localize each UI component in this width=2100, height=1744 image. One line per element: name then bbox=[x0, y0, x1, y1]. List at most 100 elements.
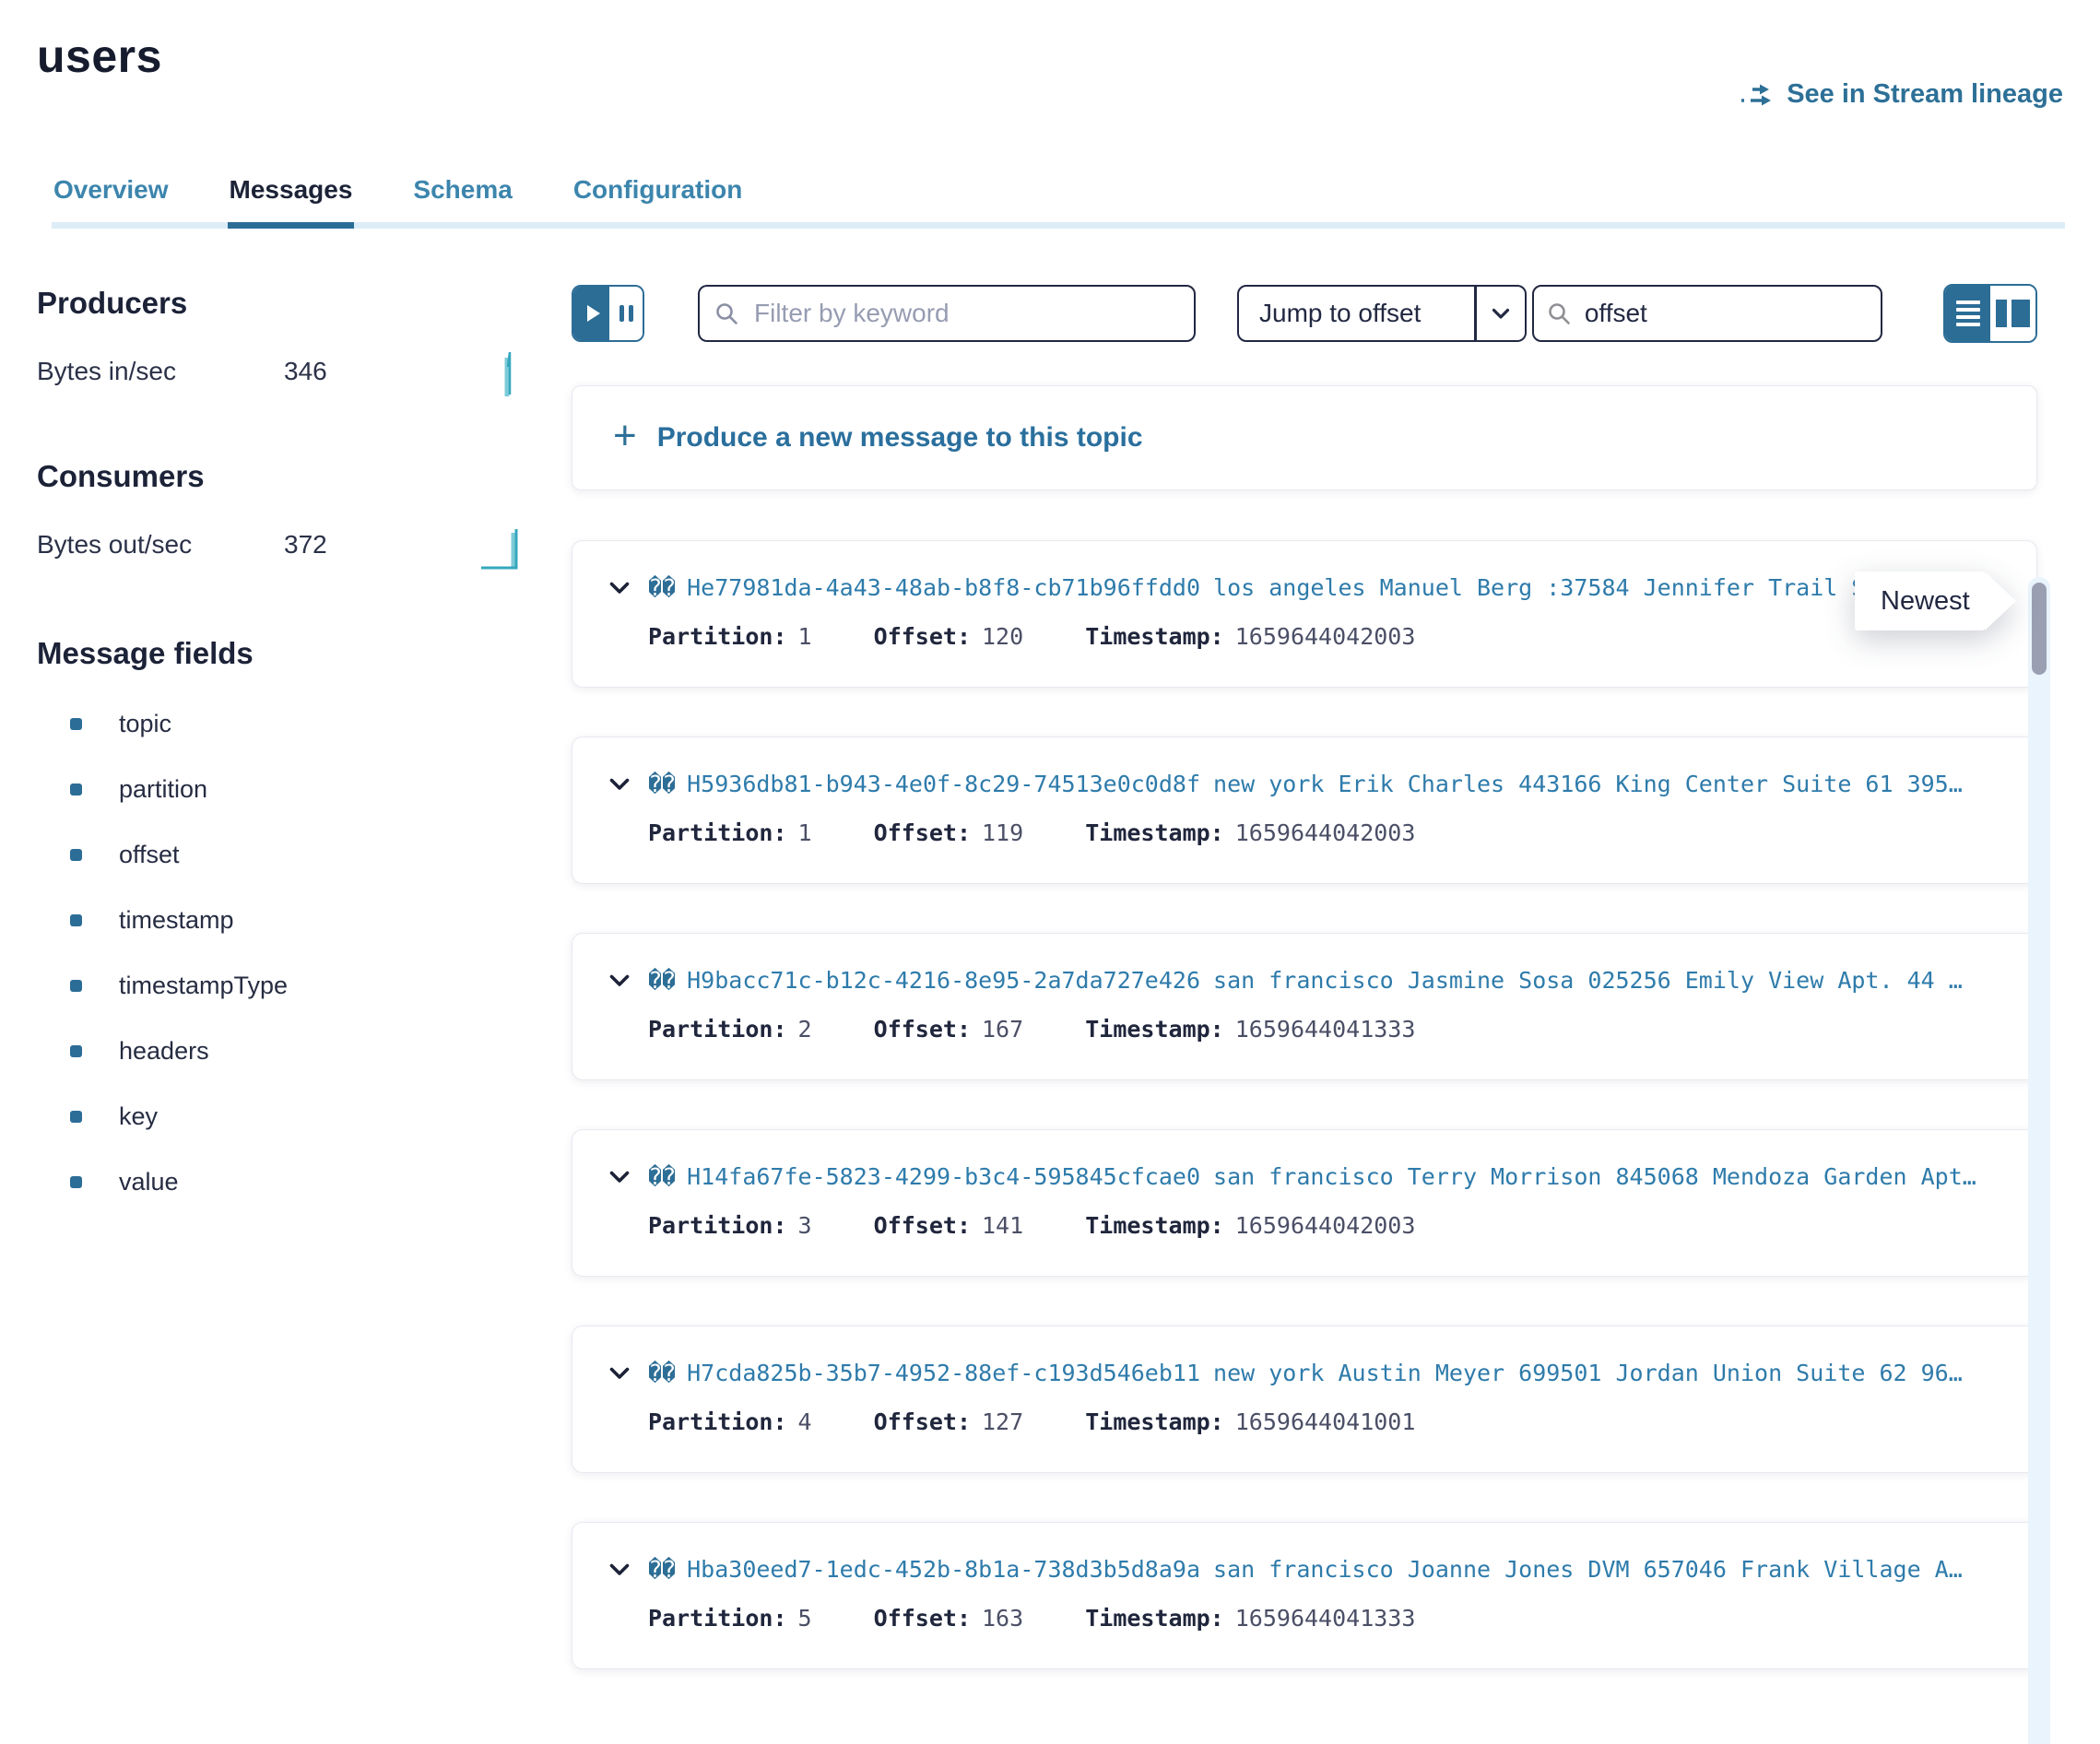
message-key-line: �� H9bacc71c-b12c-4216-8e95-2a7da727e426… bbox=[609, 967, 2011, 994]
message-fields-list: topic partition offset timestamp timesta… bbox=[37, 712, 525, 1195]
message-row[interactable]: �� He77981da-4a43-48ab-b8f8-cb71b96ffdd0… bbox=[572, 540, 2037, 688]
message-fields-heading: Message fields bbox=[37, 636, 525, 671]
producers-heading: Producers bbox=[37, 286, 525, 321]
scrollbar-track[interactable] bbox=[2028, 577, 2050, 1744]
consumers-heading: Consumers bbox=[37, 459, 525, 494]
content: Producers Bytes in/sec 346 Consumers Byt… bbox=[0, 229, 2100, 1669]
partition-value: 5 bbox=[798, 1605, 812, 1632]
message-field-item-partition[interactable]: partition bbox=[70, 777, 525, 802]
view-toggle bbox=[1943, 284, 2037, 343]
play-button[interactable] bbox=[573, 287, 609, 340]
tab-label: Configuration bbox=[573, 175, 743, 204]
message-row[interactable]: �� H14fa67fe-5823-4299-b3c4-595845cfcae0… bbox=[572, 1129, 2037, 1277]
message-field-item-topic[interactable]: topic bbox=[70, 712, 525, 736]
play-icon bbox=[587, 305, 600, 322]
field-bullet-icon bbox=[70, 784, 82, 795]
message-row[interactable]: �� H7cda825b-35b7-4952-88ef-c193d546eb11… bbox=[572, 1326, 2037, 1473]
tab-label: Schema bbox=[413, 175, 512, 204]
field-bullet-icon bbox=[70, 914, 82, 926]
plus-icon: + bbox=[613, 416, 637, 456]
offset-label: Offset: bbox=[874, 623, 971, 650]
producers-metric-row: Bytes in/sec 346 bbox=[37, 345, 525, 398]
chevron-down-icon[interactable] bbox=[609, 1171, 630, 1184]
offset-label: Offset: bbox=[874, 819, 971, 846]
timestamp-label: Timestamp: bbox=[1085, 623, 1224, 650]
bytes-out-sparkline-chart bbox=[479, 518, 522, 572]
chevron-down-icon[interactable] bbox=[609, 1367, 630, 1380]
partition-value: 2 bbox=[798, 1016, 812, 1043]
chevron-down-icon bbox=[1477, 287, 1525, 340]
consumers-metric-row: Bytes out/sec 372 bbox=[37, 518, 525, 572]
offset-value: 167 bbox=[982, 1016, 1023, 1043]
toolbar: Jump to offset bbox=[572, 284, 2037, 343]
offset-search-input[interactable] bbox=[1583, 298, 1868, 329]
chevron-down-icon[interactable] bbox=[609, 778, 630, 791]
message-row[interactable]: �� H9bacc71c-b12c-4216-8e95-2a7da727e426… bbox=[572, 933, 2037, 1080]
tab-messages[interactable]: Messages bbox=[228, 175, 355, 229]
tab-configuration[interactable]: Configuration bbox=[572, 175, 745, 229]
message-row[interactable]: �� H5936db81-b943-4e0f-8c29-74513e0c0d8f… bbox=[572, 736, 2037, 884]
message-field-item-timestamp[interactable]: timestamp bbox=[70, 908, 525, 933]
newest-tooltip: Newest bbox=[1855, 572, 1985, 630]
message-field-item-key[interactable]: key bbox=[70, 1104, 525, 1129]
message-meta-line: Partition:2 Offset:167 Timestamp:1659644… bbox=[648, 1016, 2011, 1043]
tab-overview[interactable]: Overview bbox=[52, 175, 171, 229]
timestamp-value: 1659644041001 bbox=[1235, 1408, 1416, 1435]
stream-lineage-link[interactable]: See in Stream lineage bbox=[1739, 79, 2063, 110]
card-view-button[interactable] bbox=[1990, 286, 2035, 341]
message-field-item-headers[interactable]: headers bbox=[70, 1039, 525, 1064]
chevron-down-icon[interactable] bbox=[609, 582, 630, 595]
partition-value: 3 bbox=[798, 1212, 812, 1239]
play-pause-group bbox=[572, 285, 644, 342]
offset-label: Offset: bbox=[874, 1605, 971, 1632]
scrollbar-thumb[interactable] bbox=[2032, 583, 2047, 675]
timestamp-value: 1659644041333 bbox=[1235, 1605, 1416, 1632]
message-field-item-offset[interactable]: offset bbox=[70, 843, 525, 867]
message-row[interactable]: �� Hba30eed7-1edc-452b-8b1a-738d3b5d8a9a… bbox=[572, 1522, 2037, 1669]
partition-value: 4 bbox=[798, 1408, 812, 1435]
message-list: �� He77981da-4a43-48ab-b8f8-cb71b96ffdd0… bbox=[572, 540, 2037, 1669]
tab-bar: Overview Messages Schema Configuration bbox=[0, 175, 2100, 229]
message-key: H9bacc71c-b12c-4216-8e95-2a7da727e426 bbox=[687, 967, 1200, 994]
offset-value: 141 bbox=[982, 1212, 1023, 1239]
page-title: users bbox=[37, 33, 2100, 79]
field-bullet-icon bbox=[70, 1111, 82, 1123]
message-meta-line: Partition:4 Offset:127 Timestamp:1659644… bbox=[648, 1408, 2011, 1435]
key-prefix-glyphs: �� bbox=[648, 967, 676, 994]
message-key-line: �� H5936db81-b943-4e0f-8c29-74513e0c0d8f… bbox=[609, 771, 2011, 797]
produce-message-label: Produce a new message to this topic bbox=[657, 422, 1143, 454]
search-icon bbox=[714, 301, 739, 326]
message-field-item-value[interactable]: value bbox=[70, 1170, 525, 1195]
message-value-preview: new york Austin Meyer 699501 Jordan Unio… bbox=[1213, 1360, 1963, 1386]
partition-label: Partition: bbox=[648, 1605, 787, 1632]
stream-lineage-label: See in Stream lineage bbox=[1787, 79, 2063, 110]
offset-search-field[interactable] bbox=[1532, 285, 1882, 342]
offset-label: Offset: bbox=[874, 1016, 971, 1043]
metric-label: Bytes in/sec bbox=[37, 357, 284, 386]
message-key-line: �� H14fa67fe-5823-4299-b3c4-595845cfcae0… bbox=[609, 1163, 2011, 1190]
chevron-down-icon[interactable] bbox=[609, 1563, 630, 1576]
key-prefix-glyphs: �� bbox=[648, 771, 676, 797]
message-key: H5936db81-b943-4e0f-8c29-74513e0c0d8f bbox=[687, 771, 1200, 797]
pause-button[interactable] bbox=[609, 287, 643, 340]
pause-icon bbox=[619, 305, 624, 322]
timestamp-label: Timestamp: bbox=[1085, 1212, 1224, 1239]
message-value-preview: new york Erik Charles 443166 King Center… bbox=[1213, 771, 1963, 797]
jump-to-offset-select[interactable]: Jump to offset bbox=[1237, 285, 1527, 342]
pause-icon bbox=[629, 305, 633, 322]
tab-schema[interactable]: Schema bbox=[411, 175, 513, 229]
produce-message-button[interactable]: + Produce a new message to this topic bbox=[572, 385, 2037, 490]
message-key-line: �� H7cda825b-35b7-4952-88ef-c193d546eb11… bbox=[609, 1360, 2011, 1386]
offset-value: 127 bbox=[982, 1408, 1023, 1435]
message-key: Hba30eed7-1edc-452b-8b1a-738d3b5d8a9a bbox=[687, 1556, 1200, 1583]
chevron-down-icon[interactable] bbox=[609, 974, 630, 987]
timestamp-label: Timestamp: bbox=[1085, 1016, 1224, 1043]
keyword-filter-input[interactable] bbox=[752, 298, 1179, 329]
bytes-in-sparkline-chart bbox=[494, 345, 522, 398]
list-view-button[interactable] bbox=[1945, 286, 1990, 341]
partition-value: 1 bbox=[798, 819, 812, 846]
partition-label: Partition: bbox=[648, 623, 787, 650]
message-field-item-timestamptype[interactable]: timestampType bbox=[70, 973, 525, 998]
main-panel: Jump to offset bbox=[572, 229, 2037, 1669]
keyword-filter-field[interactable] bbox=[698, 285, 1196, 342]
